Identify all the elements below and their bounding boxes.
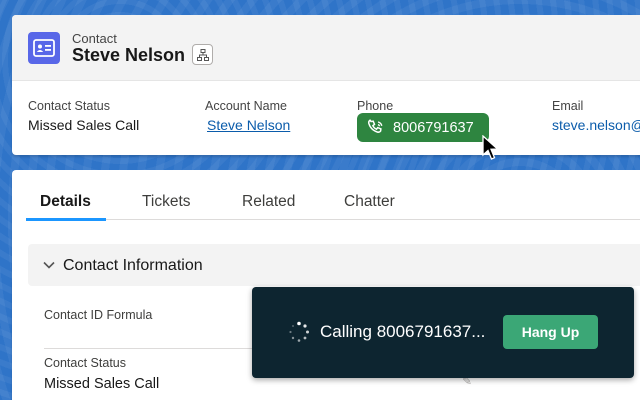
mouse-pointer-icon xyxy=(482,135,500,160)
hierarchy-button[interactable] xyxy=(192,44,213,65)
field-contact-status: Contact Status Missed Sales Call xyxy=(28,99,139,133)
calling-toast: Calling 8006791637... Hang Up xyxy=(252,287,634,378)
active-tab-indicator xyxy=(26,218,106,221)
phone-call-button[interactable]: 8006791637 xyxy=(357,113,489,142)
hierarchy-icon xyxy=(196,48,209,61)
phone-number: 8006791637 xyxy=(393,119,474,136)
field-label: Phone xyxy=(357,99,394,113)
tab-bar: Details Tickets Related Chatter xyxy=(26,170,640,220)
detail-label-contact-status: Contact Status xyxy=(44,356,126,370)
field-phone: Phone xyxy=(357,99,393,113)
contact-card-icon xyxy=(28,32,60,64)
section-header-contact-information[interactable]: Contact Information xyxy=(28,244,640,286)
hang-up-button[interactable]: Hang Up xyxy=(503,315,598,349)
record-header-top: Contact Steve Nelson xyxy=(12,15,640,81)
field-email: Email steve.nelson@ xyxy=(552,99,640,133)
phone-icon xyxy=(367,118,383,133)
loading-spinner-icon xyxy=(289,321,309,342)
chevron-down-icon xyxy=(43,261,55,269)
field-label: Account Name xyxy=(205,99,287,113)
tab-chatter[interactable]: Chatter xyxy=(344,193,395,211)
object-type-label: Contact xyxy=(72,31,117,46)
section-title: Contact Information xyxy=(63,257,203,274)
detail-value-contact-status: Missed Sales Call xyxy=(44,376,160,392)
field-label: Contact Status xyxy=(28,99,110,113)
email-link[interactable]: steve.nelson@ xyxy=(552,117,640,133)
record-header: Contact Steve Nelson Contact Status Miss… xyxy=(12,15,640,155)
field-account-name: Account Name Steve Nelson xyxy=(205,99,290,133)
account-name-link[interactable]: Steve Nelson xyxy=(207,117,290,133)
detail-label-contact-id-formula: Contact ID Formula xyxy=(44,308,153,322)
tab-tickets[interactable]: Tickets xyxy=(142,193,191,211)
field-label: Email xyxy=(552,99,584,113)
call-status-text: Calling 8006791637... xyxy=(320,322,486,341)
record-name: Steve Nelson xyxy=(72,45,186,65)
tab-details[interactable]: Details xyxy=(40,193,91,211)
field-value: Missed Sales Call xyxy=(28,117,140,133)
tab-related[interactable]: Related xyxy=(242,193,295,211)
